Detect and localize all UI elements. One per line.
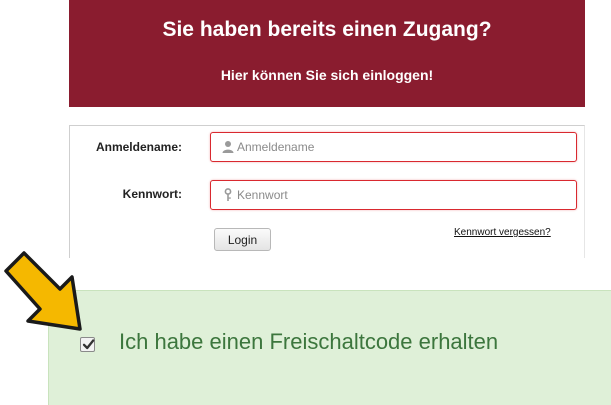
activation-code-box: Ich habe einen Freischaltcode erhalten	[48, 290, 611, 405]
login-banner: Sie haben bereits einen Zugang? Hier kön…	[69, 0, 585, 107]
password-input[interactable]	[237, 184, 567, 206]
login-form: Anmeldename: Kennwort: Login Kenn	[69, 125, 585, 258]
password-label: Kennwort:	[122, 187, 182, 201]
arrow-pointer-icon	[4, 251, 82, 331]
key-icon	[221, 188, 235, 202]
username-label: Anmeldename:	[95, 140, 182, 154]
username-input[interactable]	[237, 136, 567, 158]
username-field[interactable]	[210, 132, 577, 162]
forgot-password-link[interactable]: Kennwort vergessen?	[454, 227, 551, 238]
activation-checkbox-label[interactable]: Ich habe einen Freischaltcode erhalten	[119, 329, 498, 355]
password-field[interactable]	[210, 180, 577, 210]
user-icon	[221, 140, 235, 154]
login-page: Sie haben bereits einen Zugang? Hier kön…	[0, 0, 611, 405]
banner-title: Sie haben bereits einen Zugang?	[162, 18, 492, 41]
banner-subtitle: Hier können Sie sich einloggen!	[220, 67, 434, 83]
login-button[interactable]: Login	[214, 228, 271, 251]
